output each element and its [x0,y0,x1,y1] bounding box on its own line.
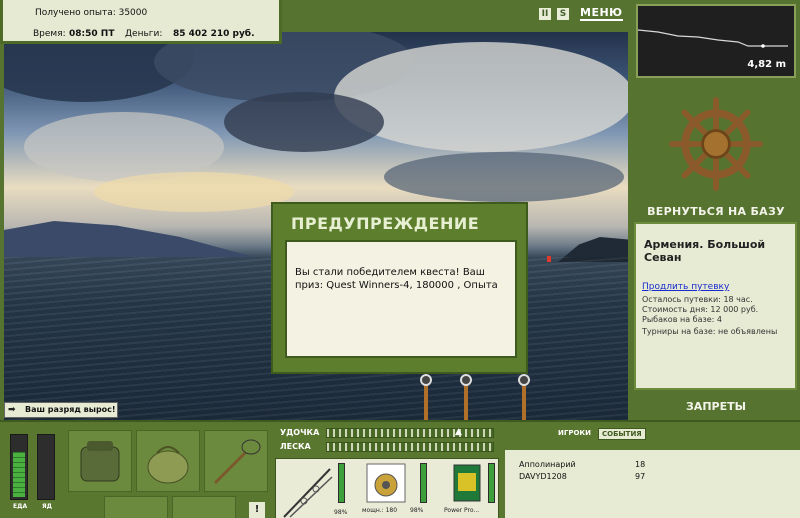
player-name: Апполинарий [519,460,576,469]
player-score: 97 [635,472,646,481]
line-wear-bar [488,463,495,503]
player-name: DAVYD1208 [519,472,567,481]
experience-text: Получено опыта: 35000 [35,8,148,18]
bottom-panel: ЕДА ЯД ! УДОЧКА ▲ ЛЕСКА 98% мощн.: 180 9… [0,420,800,518]
tackle-panel: 98% мощн.: 180 98% Power Pro... [275,458,499,518]
dialog-body: Вы стали победителем квеста! Ваш приз: Q… [285,240,517,358]
mountains [4,221,254,257]
rod-wear-bar [338,463,345,503]
food-bar-fill [13,452,25,497]
time-value: 08:50 ПТ [69,29,115,39]
ship-wheel-icon[interactable] [668,96,764,192]
fishing-rod-icon[interactable] [280,463,334,518]
inventory-slot-net[interactable] [204,430,268,492]
money-value: 85 402 210 руб. [173,29,255,39]
day-cost: Стоимость дня: 12 000 руб. [642,305,759,314]
rank-up-text: Ваш разряд вырос! [25,405,116,414]
list-item[interactable]: Апполинарий 18 [519,460,645,469]
rod-stand [424,380,428,420]
cloud [94,172,294,212]
status-panel: Получено опыта: 35000 Время: 08:50 ПТ Де… [0,0,282,44]
permit-remaining: Осталось путевки: 18 час. [642,295,753,304]
inventory-slot[interactable] [172,496,236,518]
rod-reel-icon[interactable] [518,374,530,386]
reel-percent: 98% [410,507,424,514]
cloud [334,42,628,152]
poison-bar [37,434,55,500]
reel-wear-fill [421,464,426,502]
rod-reel-icon[interactable] [460,374,472,386]
menu-button[interactable]: МЕНЮ [580,6,623,21]
float-icon [547,256,551,262]
inventory-slot-bag[interactable] [68,430,132,492]
dialog-title: ПРЕДУПРЕЖДЕНИЕ [291,214,480,233]
rod-reel-icon[interactable] [420,374,432,386]
reel-icon[interactable] [366,463,406,503]
money-label: Деньги: [125,29,163,39]
depth-meter: 4,82 m [636,4,796,78]
reel-wear-bar [420,463,427,503]
rank-up-notification[interactable]: ➡ Ваш разряд вырос! [4,402,118,418]
bans-button[interactable]: ЗАПРЕТЫ [636,400,796,413]
anglers-count: Рыбаков на базе: 4 [642,315,722,324]
tournaments-status: Турниры на базе: не объявлены [642,327,778,336]
location-title: Армения. Большой Севан [644,238,766,264]
line-tension-label: ЛЕСКА [280,442,311,451]
fishing-line-icon[interactable] [452,463,482,503]
warning-dialog[interactable]: ПРЕДУПРЕЖДЕНИЕ Вы стали победителем квес… [271,202,528,374]
line-name: Power Pro... [444,507,480,514]
return-to-base-button[interactable]: ВЕРНУТЬСЯ НА БАЗУ [636,205,796,218]
rod-stand [522,380,526,420]
tab-players[interactable]: ИГРОКИ [555,428,594,438]
extend-permit-link[interactable]: Продлить путевку [642,282,729,292]
line-tension-bar [326,442,494,452]
rod-stand [464,380,468,420]
depth-value: 4,82 m [747,59,786,70]
list-item[interactable]: DAVYD1208 97 [519,472,645,481]
time-label: Время: [33,29,66,39]
food-label: ЕДА [13,503,28,510]
cloud [224,92,384,152]
inventory-slot[interactable] [104,496,168,518]
rod-tension-bar: ▲ [326,427,494,438]
tab-events[interactable]: СОБЫТИЯ [598,428,646,440]
cloud [384,152,624,202]
landing-net-icon [213,439,261,485]
rod-tension-label: УДОЧКА [280,428,320,437]
poison-label: ЯД [42,503,52,510]
bait-bag-icon [147,446,189,484]
arrow-right-icon: ➡ [8,405,16,415]
rod-percent: 98% [334,509,348,516]
dialog-message: Вы стали победителем квеста! Ваш приз: Q… [295,267,498,291]
sound-icon[interactable]: S [557,8,569,20]
food-bar [10,434,28,500]
backpack-icon [80,441,120,482]
alert-button[interactable]: ! [249,502,265,518]
players-list: Апполинарий 18 DAVYD1208 97 [505,450,800,518]
player-score: 18 [635,460,646,469]
line-wear-fill [489,464,494,502]
reel-power: мощн.: 180 [362,507,398,514]
location-panel: Армения. Большой Севан Продлить путевку … [634,222,797,390]
pause-icon[interactable]: II [539,8,551,20]
game-screen: Получено опыта: 35000 Время: 08:50 ПТ Де… [0,0,800,518]
tension-marker-icon: ▲ [455,427,462,437]
rod-wear-fill [339,464,344,502]
inventory-slot-groundbait[interactable] [136,430,200,492]
